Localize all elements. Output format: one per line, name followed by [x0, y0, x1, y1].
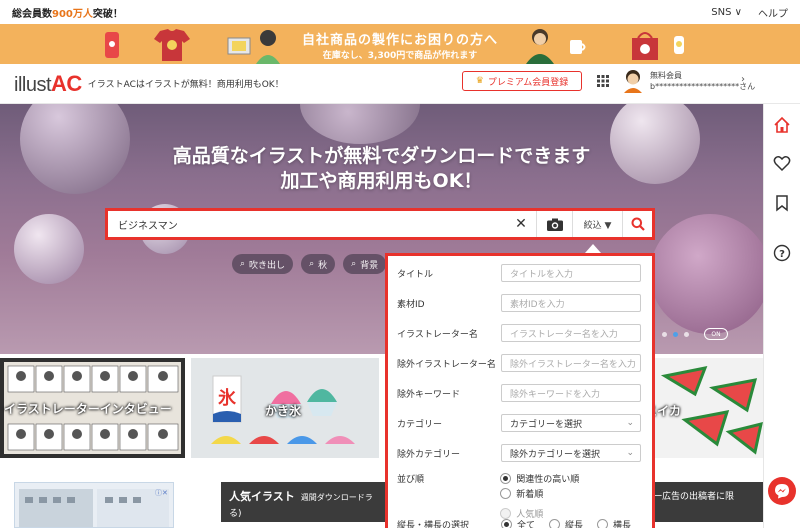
- filter-label: タイトル: [397, 269, 434, 280]
- decorative-sphere: [650, 214, 763, 334]
- filter-row-exclude-illustrator: 除外イラストレーター名 除外イラストレーター名を入力: [397, 354, 641, 372]
- search-button[interactable]: [622, 211, 652, 237]
- close-icon: ✕: [515, 216, 527, 232]
- illustrator-input[interactable]: イラストレーター名を入力: [501, 324, 641, 342]
- svg-text:?: ?: [779, 249, 785, 260]
- filter-label: 縦長・横長の選択: [397, 521, 470, 528]
- top-bar: 総会員数900万人突破！ SNS ∨ ヘルプ: [0, 0, 800, 24]
- filter-row-orientation: 縦長・横長の選択 全て 縦長 横長: [397, 518, 645, 528]
- messenger-chat-button[interactable]: [768, 477, 796, 505]
- search-bar: ビジネスマン ✕ 絞込 ▼: [105, 208, 655, 240]
- tag-chip[interactable]: ⌕ 背景: [343, 254, 387, 274]
- site-header: illustAC イラストACはイラストが無料！商用利用もOK！ ♛ プレミアム…: [0, 64, 800, 104]
- tote-bag-icon: [632, 32, 658, 60]
- building-thumbnail: ⓘ✕: [19, 489, 169, 527]
- filter-row-exclude-keyword: 除外キーワード 除外キーワードを入力: [397, 384, 641, 402]
- apps-grid-icon[interactable]: [597, 75, 609, 87]
- chevron-down-icon: ∨: [734, 6, 742, 18]
- panel-caret: [585, 244, 601, 253]
- member-count: 総会員数900万人突破！: [12, 8, 123, 20]
- orientation-radio-all[interactable]: 全て: [501, 518, 535, 528]
- filter-label: 除外カテゴリー: [397, 449, 461, 460]
- filter-row-exclude-category: 除外カテゴリー 除外カテゴリーを選択 ⌄: [397, 444, 641, 462]
- tag-chip[interactable]: ⌕ 吹き出し: [232, 254, 294, 274]
- carousel-dots: [662, 332, 689, 337]
- popular-title: 人気イラスト: [229, 490, 295, 503]
- search-icon: ⌕: [309, 259, 315, 269]
- businessman-illustration: [526, 29, 554, 64]
- popular-right-text: 一広告の出稿者に限: [653, 492, 735, 502]
- home-icon[interactable]: [773, 116, 791, 134]
- svg-text:ⓘ✕: ⓘ✕: [155, 489, 168, 497]
- site-logo[interactable]: illustAC: [14, 71, 82, 97]
- crown-icon: ♛: [475, 76, 484, 86]
- popular-subtitle: 週間ダウンロードラ: [300, 493, 373, 502]
- suggested-tags: ⌕ 吹き出し ⌕ 秋 ⌕ 背景: [232, 254, 387, 274]
- sns-menu[interactable]: SNS ∨: [711, 7, 742, 18]
- filter-label: 除外イラストレーター名: [397, 359, 496, 370]
- bookmark-icon[interactable]: [773, 194, 791, 212]
- decorative-sphere: [300, 104, 420, 144]
- filter-row-title: タイトル タイトルを入力: [397, 264, 641, 282]
- chevron-right-icon[interactable]: ›: [741, 74, 745, 85]
- filter-dropdown-button[interactable]: 絞込 ▼: [572, 211, 622, 237]
- title-input[interactable]: タイトルを入力: [501, 264, 641, 282]
- carousel-dot[interactable]: [662, 332, 667, 337]
- search-icon: [631, 217, 645, 231]
- filter-label: 並び順: [397, 475, 425, 485]
- search-input[interactable]: ビジネスマン: [108, 217, 506, 232]
- decorative-sphere: [14, 214, 84, 284]
- material-id-input[interactable]: 素材IDを入力: [501, 294, 641, 312]
- suika-banner[interactable]: スイカ: [655, 358, 763, 458]
- banner-title: かき氷: [265, 404, 302, 418]
- carousel-dot[interactable]: [673, 332, 678, 337]
- user-info[interactable]: 無料会員 b*********************さん: [650, 70, 755, 92]
- avatar[interactable]: [622, 69, 644, 93]
- exclude-keyword-input[interactable]: 除外キーワードを入力: [501, 384, 641, 402]
- orientation-radio-landscape[interactable]: 横長: [597, 518, 631, 528]
- mug-icon: [570, 40, 586, 54]
- filter-label: カテゴリー: [397, 419, 443, 430]
- help-icon[interactable]: ?: [773, 244, 791, 262]
- filter-row-order: 並び順 関連性の高い順 新着順 人気順: [397, 472, 652, 522]
- filter-label: 除外キーワード: [397, 389, 461, 400]
- charm-icon: [674, 36, 684, 54]
- hero-headline: 高品質なイラストが無料でダウンロードできます 加工や商用利用もOK！: [172, 145, 591, 192]
- clear-button[interactable]: ✕: [506, 211, 536, 237]
- exclude-illustrator-input[interactable]: 除外イラストレーター名を入力: [501, 354, 641, 372]
- help-link[interactable]: ヘルプ: [758, 5, 788, 20]
- category-select[interactable]: カテゴリーを選択 ⌄: [501, 414, 641, 432]
- ice-sign-text: 氷: [218, 388, 236, 409]
- slideshow-toggle[interactable]: ON: [704, 328, 728, 340]
- advanced-filter-panel: タイトル タイトルを入力 素材ID 素材IDを入力 イラストレーター名 イラスト…: [385, 253, 655, 528]
- filter-label: イラストレーター名: [397, 329, 478, 340]
- right-sidebar: ?: [763, 104, 800, 528]
- chevron-down-icon: ⌄: [626, 418, 634, 428]
- filter-row-material: 素材ID 素材IDを入力: [397, 294, 641, 312]
- order-radio-relevance[interactable]: 関連性の高い順: [500, 472, 579, 485]
- kakigori-banner[interactable]: 氷 かき氷: [191, 358, 379, 458]
- chevron-down-icon: ⌄: [626, 448, 634, 458]
- banner-title: イラストレーターインタビュー: [4, 402, 172, 416]
- tagline: イラストACはイラストが無料！商用利用もOK！: [87, 80, 284, 90]
- filter-row-illustrator: イラストレーター名 イラストレーター名を入力: [397, 324, 641, 342]
- heart-icon[interactable]: [773, 154, 791, 172]
- carousel-dot[interactable]: [684, 332, 689, 337]
- messenger-icon: [775, 484, 789, 499]
- camera-icon: [546, 218, 563, 231]
- order-radio-newest[interactable]: 新着順: [500, 487, 543, 500]
- filter-row-category: カテゴリー カテゴリーを選択 ⌄: [397, 414, 641, 432]
- image-search-button[interactable]: [536, 211, 572, 237]
- search-icon: ⌕: [240, 259, 246, 269]
- ad-banner[interactable]: ⓘ✕: [14, 482, 174, 528]
- banner-title: スイカ: [655, 404, 682, 418]
- orientation-radio-portrait[interactable]: 縦長: [549, 518, 583, 528]
- interview-banner[interactable]: イラストレーターインタビュー: [0, 358, 185, 458]
- exclude-category-select[interactable]: 除外カテゴリーを選択 ⌄: [501, 444, 641, 462]
- premium-signup-button[interactable]: ♛ プレミアム会員登録: [462, 71, 582, 91]
- tag-chip[interactable]: ⌕ 秋: [301, 254, 336, 274]
- filter-label: 素材ID: [397, 299, 425, 310]
- search-icon: ⌕: [351, 259, 357, 269]
- promo-banner[interactable]: 自社商品の製作にお困りの方へ 在庫なし、3,300円で商品が作れます: [0, 24, 800, 64]
